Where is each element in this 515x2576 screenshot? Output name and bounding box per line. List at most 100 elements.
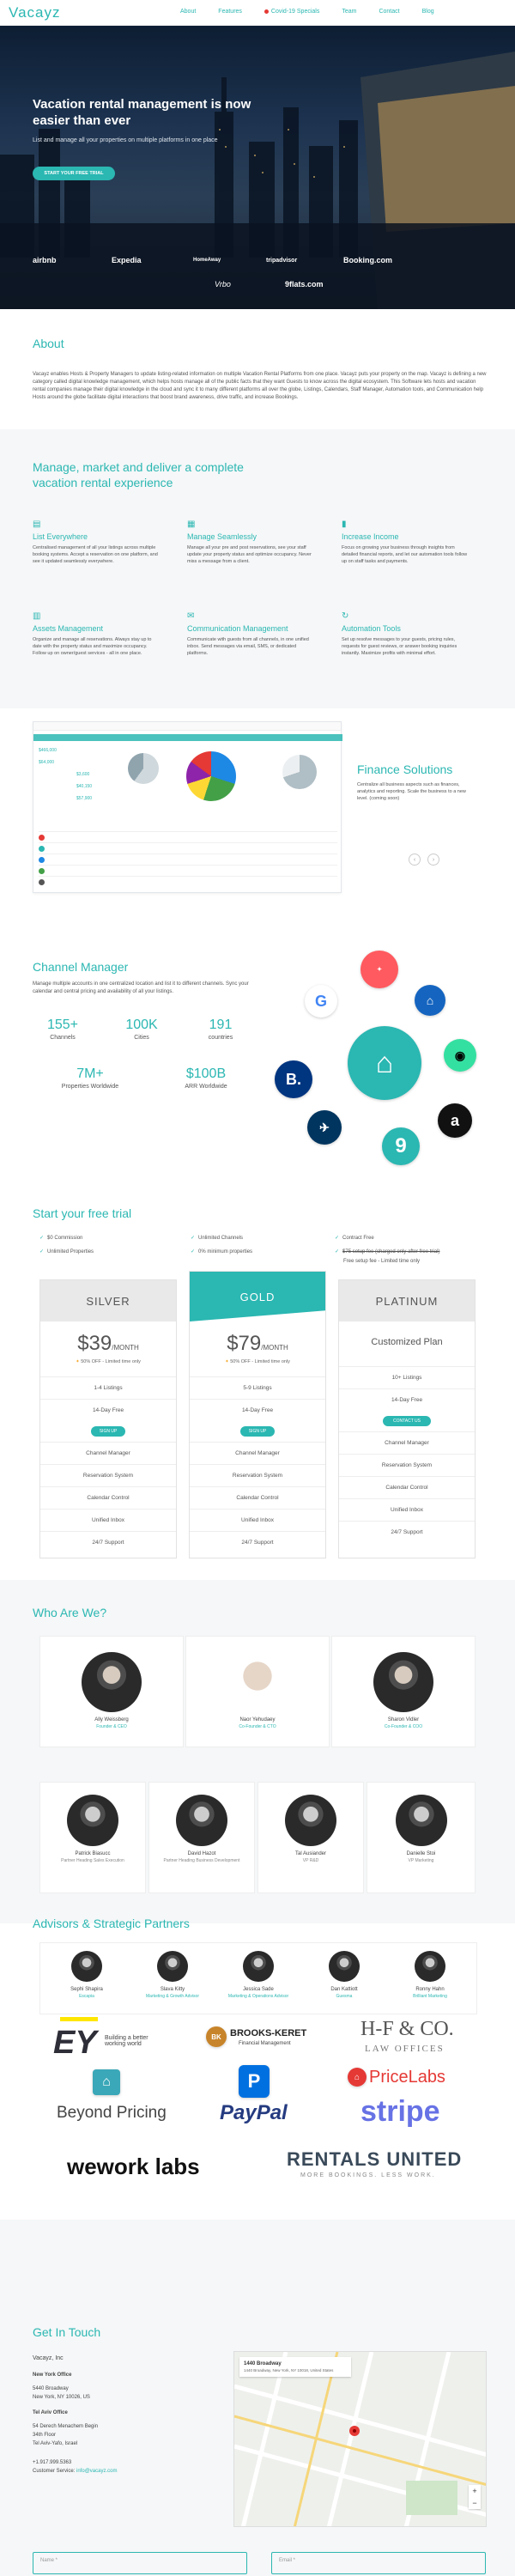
nav-about[interactable]: About <box>180 9 196 15</box>
paypal-logo: PayPal <box>220 2101 288 2124</box>
plan-feature: Reservation System <box>40 1464 176 1486</box>
name-field[interactable]: Name * <box>33 2552 247 2574</box>
check-icon: ✓ <box>39 1236 45 1241</box>
hero-title: Vacation rental management is now easier… <box>33 97 251 128</box>
plan-card-platinum: PLATINUM Customized Plan 10+ Listings 14… <box>338 1279 476 1558</box>
map-info-card: 1440 Broadway 1440 Broadway, New York, N… <box>239 2357 351 2377</box>
pricelabs-logo: PriceLabs <box>369 2068 445 2087</box>
trial-title: Start your free trial <box>33 1206 132 1220</box>
airbnb-icon: ✦ <box>360 951 398 988</box>
avatar <box>67 1795 118 1846</box>
plan-trial: 14-Day Free <box>339 1388 475 1411</box>
plan-trial: 14-Day Free <box>40 1399 176 1421</box>
check-item: ✓ $75 setup fee (charged only after free … <box>335 1249 439 1255</box>
contact-us-button[interactable]: CONTACT US <box>383 1416 431 1426</box>
check-icon: ✓ <box>335 1249 340 1255</box>
advisor-card: Ronny Hahn Brilliant Marketing <box>391 1947 469 2009</box>
vacayz-hub-icon: ⌂ <box>348 1026 421 1100</box>
stat-properties: 7M+ Properties Worldwide <box>47 1066 133 1090</box>
advisor-name: Dan Kattiott <box>330 1987 358 1992</box>
chart-icon: ▮ <box>342 519 347 529</box>
feature-automation: ↻ Automation Tools Set up resolve messages… <box>342 611 470 657</box>
logo[interactable]: Vacayz <box>9 4 61 21</box>
chat-icon: ✉ <box>187 611 195 621</box>
start-trial-button[interactable]: START YOUR FREE TRIAL <box>33 167 115 180</box>
plan-listings: 5-9 Listings <box>190 1376 325 1399</box>
team-card: Danielle Stoi VP Marketing <box>367 1782 476 1893</box>
avatar <box>157 1951 188 1982</box>
company-name: Vacayz, Inc <box>33 2355 64 2361</box>
check-text: Free setup fee - Limited time only <box>343 1259 421 1264</box>
signup-button[interactable]: SIGN UP <box>240 1426 275 1437</box>
nav-covid[interactable]: Covid-19 Specials <box>264 9 319 15</box>
plan-feature: 24/7 Support <box>190 1531 325 1553</box>
brooks-keret-icon: BK <box>206 2026 227 2047</box>
9flats-icon: 9 <box>382 1127 420 1165</box>
stat-value: 100K <box>125 1018 158 1032</box>
phone-number[interactable]: +1.917.999.5363 <box>33 2459 71 2467</box>
channel-text: Manage multiple accounts in one centrali… <box>33 981 249 994</box>
nav-menu: About Features Covid-19 Specials Team Co… <box>180 9 457 15</box>
tripadvisor-logo: tripadvisor <box>266 258 298 264</box>
expedia-logo: Expedia <box>112 256 142 264</box>
beyond-pricing-icon: ⌂ <box>93 2069 120 2095</box>
plan-feature: Unified Inbox <box>40 1509 176 1531</box>
email-field[interactable]: Email * <box>271 2552 486 2574</box>
beyond-pricing-logo: Beyond Pricing <box>57 2104 167 2122</box>
check-item: ✓ Unlimited Channels <box>191 1235 243 1241</box>
feature-title: Manage Seamlessly <box>187 532 258 541</box>
team-role: Partner Heading Sales Execution <box>61 1858 124 1863</box>
customer-service-label: Customer Service: <box>33 2469 77 2474</box>
stat-label: ARR Worldwide <box>185 1084 227 1090</box>
email-link[interactable]: info@vacayz.com <box>76 2469 117 2474</box>
stat-countries: 191 countries <box>191 1018 251 1041</box>
next-arrow-icon[interactable]: › <box>427 854 439 866</box>
team-name: Danielle Stoi <box>406 1851 436 1856</box>
stat-label: Properties Worldwide <box>61 1084 119 1090</box>
team-card: Ally Weissberg Founder & CEO <box>39 1636 184 1747</box>
finance-title: Finance Solutions <box>357 762 453 776</box>
carousel-controls: ‹ › <box>409 854 439 866</box>
avatar <box>329 1951 360 1982</box>
advisor-name: Slava Kitty <box>160 1987 185 1992</box>
zoom-controls[interactable]: + − <box>469 2485 481 2509</box>
dashboard-value: $40,150 <box>76 784 93 789</box>
paypal-icon: P <box>239 2065 270 2098</box>
dashboard-value: $466,000 <box>39 748 57 753</box>
plan-feature: Channel Manager <box>339 1431 475 1454</box>
stat-label: countries <box>208 1035 233 1041</box>
nav-contact[interactable]: Contact <box>379 9 399 15</box>
advisor-card: Jessica Sade Marketing & Operations Advis… <box>220 1947 297 2009</box>
ny-address-line: New York, NY 10026, US <box>33 2395 90 2400</box>
nav-blog[interactable]: Blog <box>422 9 434 15</box>
dashboard-value: $57,900 <box>76 796 93 801</box>
signup-button[interactable]: SIGN UP <box>91 1426 125 1437</box>
plan-price: $79/MONTH <box>190 1332 325 1356</box>
prev-arrow-icon[interactable]: ‹ <box>409 854 421 866</box>
check-item: ✓ 0% minimum properties <box>191 1249 252 1255</box>
team-name: Tal Ausiander <box>294 1851 327 1856</box>
feature-title: Increase Income <box>342 532 399 541</box>
map-embed[interactable]: 1440 Broadway 1440 Broadway, New York, N… <box>233 2351 487 2527</box>
feature-income: ▮ Increase Income Focus on growing your bu… <box>342 519 470 565</box>
stat-channels: 155+ Channels <box>33 1018 93 1041</box>
avatar <box>71 1951 102 1982</box>
advisor-card: Slava Kitty Marketing & Growth Advisor <box>134 1947 211 2009</box>
feature-text: Set up resolve messages to your guests, … <box>342 637 457 656</box>
google-icon: G <box>305 985 337 1018</box>
about-text: Vacayz enables Hosts & Property Managers… <box>33 372 487 400</box>
team-name: David Hazot <box>187 1851 216 1856</box>
stat-label: Cities <box>134 1035 149 1041</box>
calendar-icon: ▦ <box>187 519 196 529</box>
advisor-role: Escapia <box>79 1994 94 1999</box>
nav-team[interactable]: Team <box>342 9 356 15</box>
stat-value: 7M+ <box>76 1066 104 1081</box>
rentals-united-logo: RENTALS UNITED <box>287 2148 463 2170</box>
discount-text: 50% OFF - Limited time only <box>230 1359 290 1364</box>
avatar <box>227 1652 288 1712</box>
channel-title: Channel Manager <box>33 960 129 974</box>
advisor-role: Guesma <box>336 1994 353 1999</box>
check-item: Free setup fee - Limited time only <box>343 1259 420 1264</box>
check-text: Unlimited Channels <box>198 1236 244 1241</box>
nav-features[interactable]: Features <box>218 9 242 15</box>
